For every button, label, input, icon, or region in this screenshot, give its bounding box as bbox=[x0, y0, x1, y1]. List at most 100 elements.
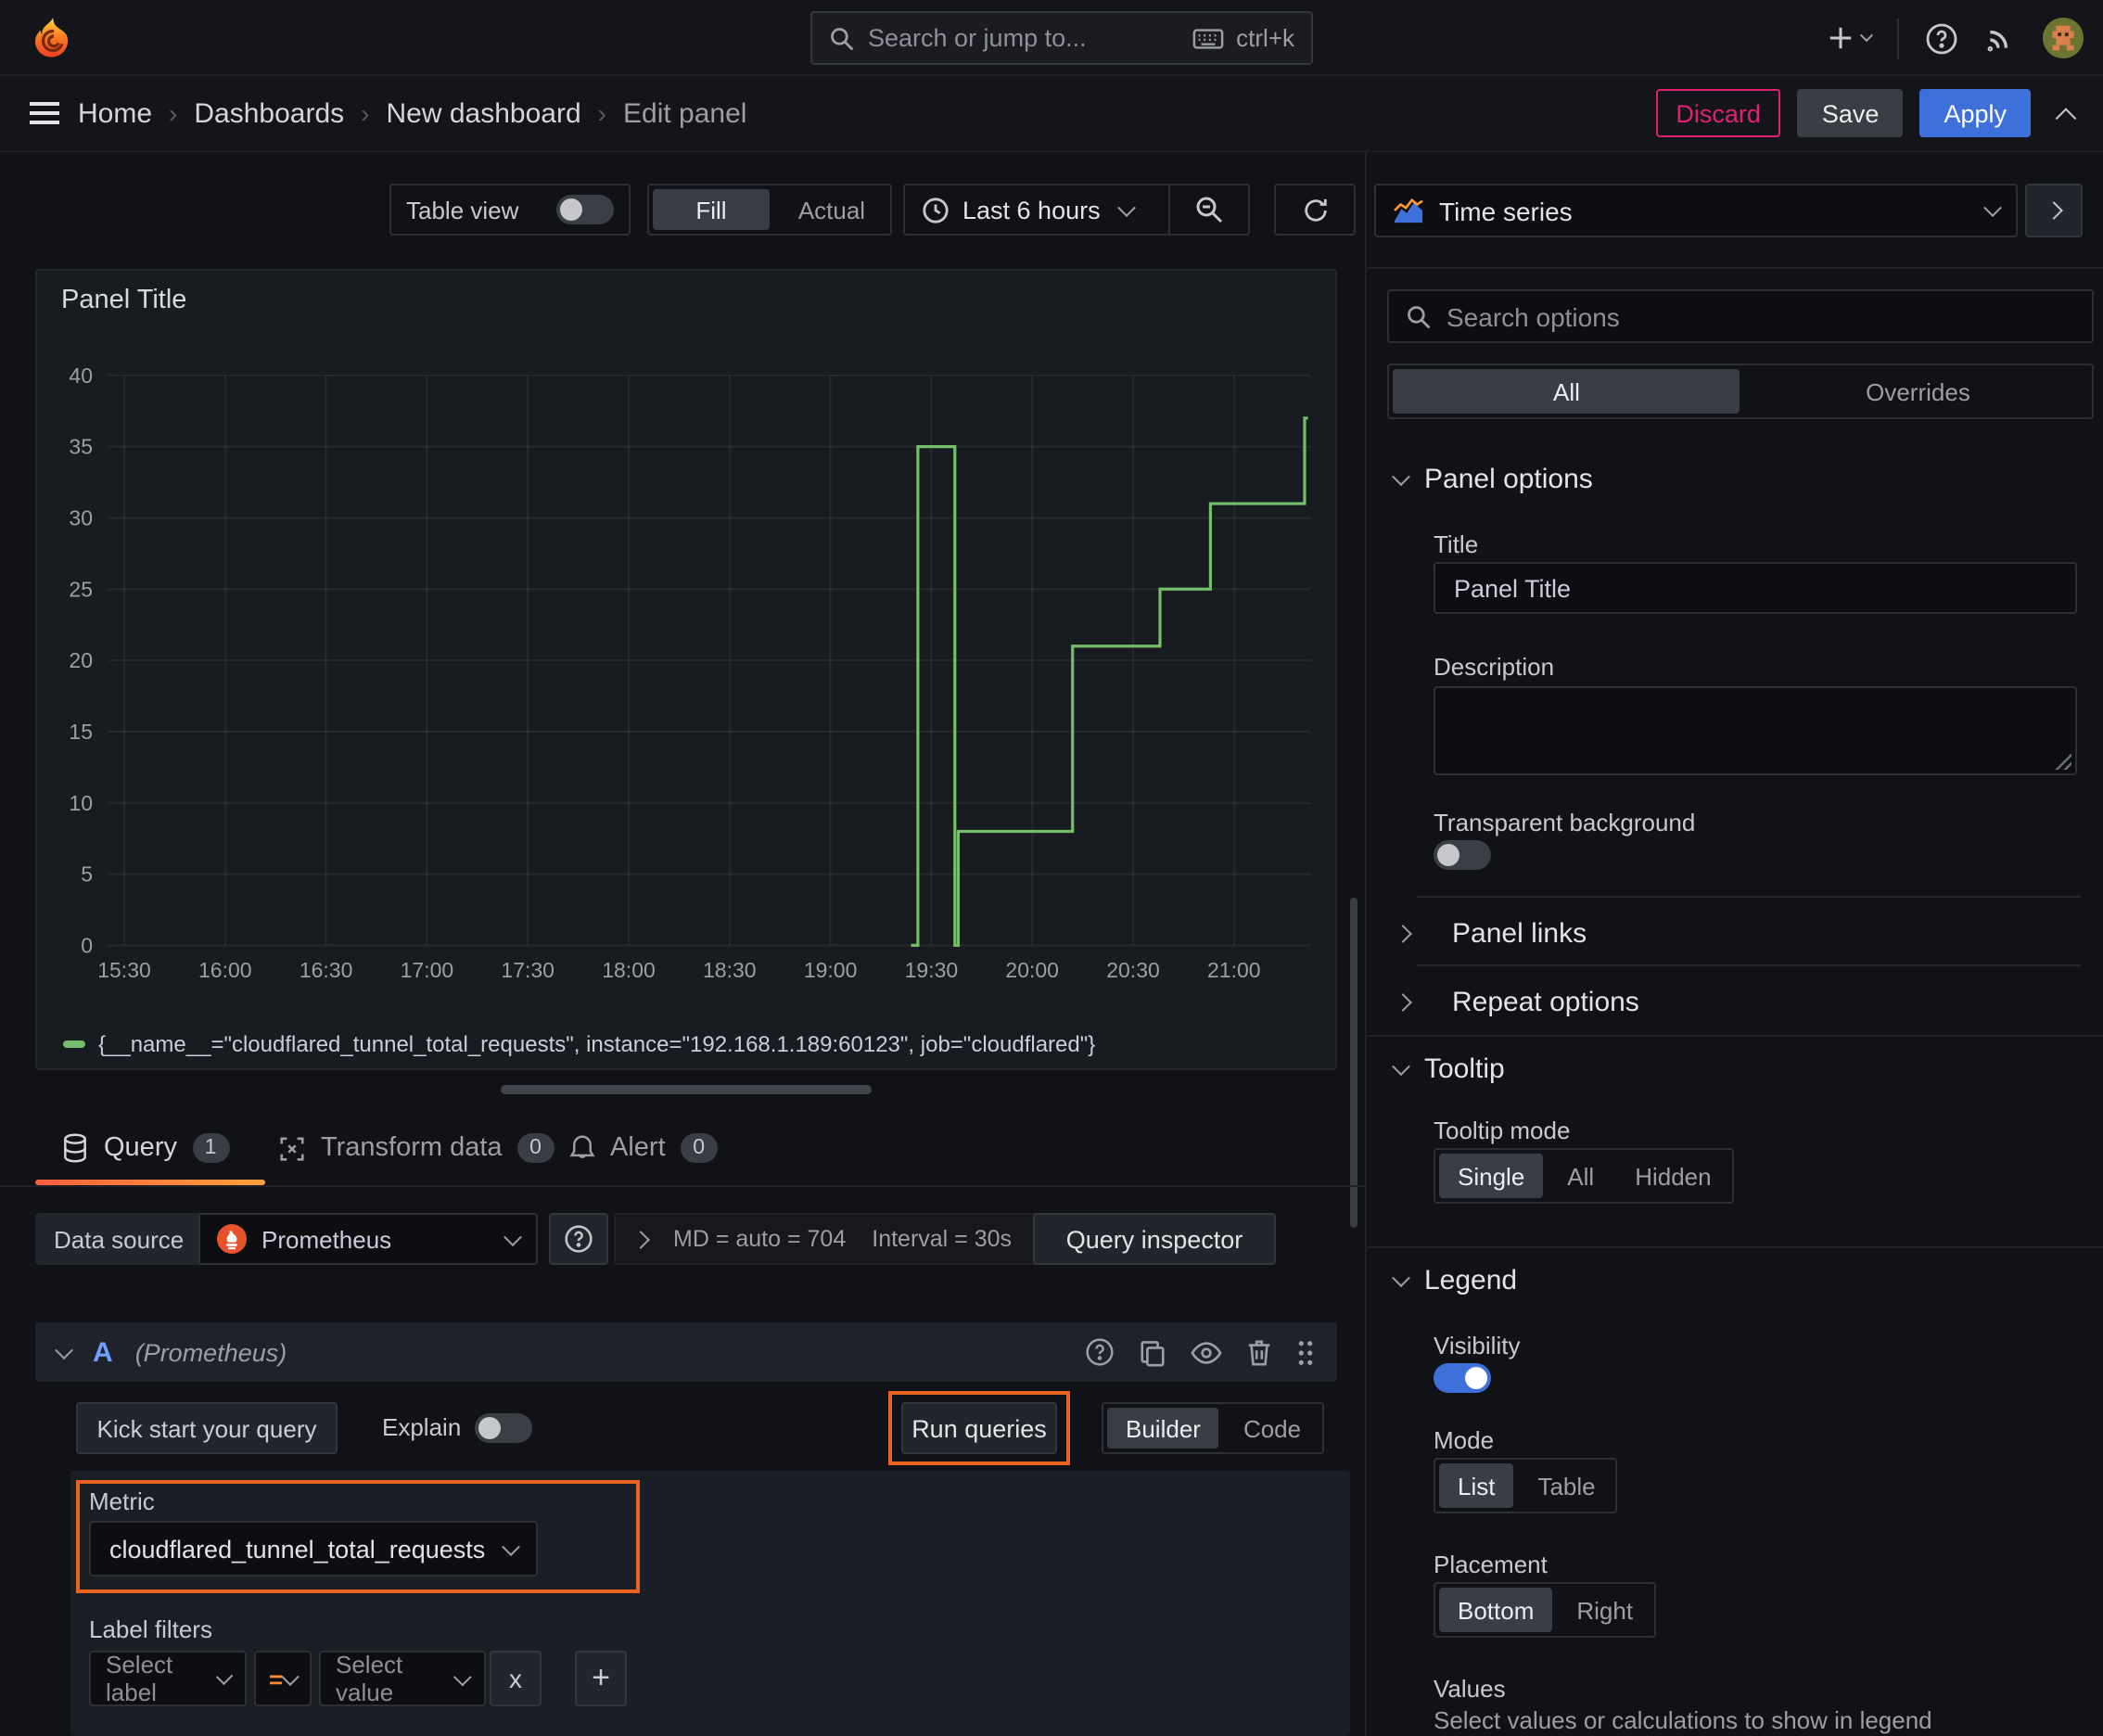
tab-overrides[interactable]: Overrides bbox=[1744, 365, 2092, 417]
options-pane: Time series Search options All Overrides… bbox=[1365, 152, 2103, 1736]
hide-query-icon[interactable] bbox=[1191, 1338, 1222, 1366]
apply-button[interactable]: Apply bbox=[1919, 89, 2031, 137]
tooltip-single[interactable]: Single bbox=[1439, 1154, 1544, 1198]
tab-transform[interactable]: Transform data 0 bbox=[278, 1109, 554, 1187]
description-textarea[interactable] bbox=[1434, 686, 2077, 775]
legend-series-label: {__name__="cloudflared_tunnel_total_requ… bbox=[98, 1031, 1096, 1057]
duplicate-query-icon[interactable] bbox=[1139, 1338, 1166, 1366]
zoom-out-button[interactable] bbox=[1168, 185, 1248, 234]
datasource-picker[interactable]: Prometheus bbox=[198, 1213, 538, 1265]
legend-mode-list[interactable]: List bbox=[1439, 1463, 1514, 1508]
panel-links-section[interactable]: Panel links bbox=[1367, 901, 2103, 964]
run-queries-button[interactable]: Run queries bbox=[901, 1402, 1057, 1454]
panel-options-header[interactable]: Panel options bbox=[1392, 464, 1593, 495]
tooltip-header[interactable]: Tooltip bbox=[1392, 1053, 1505, 1085]
tooltip-hidden[interactable]: Hidden bbox=[1614, 1150, 1731, 1202]
table-view-toggle[interactable] bbox=[556, 195, 614, 224]
title-label: Title bbox=[1434, 530, 1479, 558]
legend-placement-bottom[interactable]: Bottom bbox=[1439, 1588, 1553, 1632]
collapse-query-icon[interactable] bbox=[55, 1340, 73, 1359]
add-menu-button[interactable] bbox=[1827, 24, 1874, 52]
metric-label: Metric bbox=[89, 1487, 155, 1515]
svg-text:15:30: 15:30 bbox=[97, 958, 151, 982]
refresh-button[interactable] bbox=[1274, 184, 1356, 236]
discard-button[interactable]: Discard bbox=[1655, 89, 1781, 137]
breadcrumb-dashboards[interactable]: Dashboards bbox=[194, 97, 344, 129]
breadcrumb-home[interactable]: Home bbox=[78, 97, 152, 129]
breadcrumb-new-dashboard[interactable]: New dashboard bbox=[387, 97, 581, 129]
menu-icon[interactable] bbox=[30, 100, 59, 126]
global-search-input[interactable]: Search or jump to... ctrl+k bbox=[810, 11, 1313, 65]
tab-transform-count: 0 bbox=[516, 1133, 554, 1163]
kick-start-button[interactable]: Kick start your query bbox=[76, 1402, 338, 1454]
svg-text:10: 10 bbox=[69, 791, 93, 815]
refresh-icon bbox=[1301, 196, 1329, 223]
operator-dropdown[interactable]: = bbox=[254, 1651, 312, 1706]
datasource-help-button[interactable] bbox=[549, 1213, 608, 1265]
time-series-chart[interactable]: 0 5 10 15 20 25 30 35 40 15:30 16:00 16:30 17:00 17:3… bbox=[37, 271, 1339, 1072]
chart-legend[interactable]: {__name__="cloudflared_tunnel_total_requ… bbox=[63, 1031, 1095, 1057]
top-bar: Search or jump to... ctrl+k bbox=[0, 0, 2103, 76]
panel-title-input[interactable]: Panel Title bbox=[1434, 562, 2077, 614]
legend-visibility-toggle[interactable] bbox=[1434, 1363, 1491, 1393]
svg-text:17:30: 17:30 bbox=[501, 958, 554, 982]
transparent-background-toggle[interactable] bbox=[1434, 840, 1491, 870]
resize-drag-handle[interactable] bbox=[501, 1085, 872, 1094]
tab-alert[interactable]: Alert 0 bbox=[569, 1109, 718, 1187]
search-placeholder: Search or jump to... bbox=[868, 24, 1087, 52]
collapse-up-icon[interactable] bbox=[2055, 106, 2077, 129]
legend-placement-right[interactable]: Right bbox=[1556, 1584, 1653, 1636]
breadcrumb-edit-panel: Edit panel bbox=[623, 97, 747, 129]
explain-toggle[interactable] bbox=[475, 1413, 532, 1443]
query-row-actions bbox=[1085, 1337, 1315, 1367]
query-options-summary[interactable]: MD = auto = 704 Interval = 30s bbox=[614, 1213, 1040, 1265]
actual-option[interactable]: Actual bbox=[773, 185, 890, 234]
tab-query[interactable]: Query 1 bbox=[61, 1109, 229, 1187]
save-button[interactable]: Save bbox=[1797, 89, 1904, 137]
grafana-logo-icon[interactable] bbox=[30, 15, 76, 61]
add-filter-button[interactable]: + bbox=[575, 1651, 627, 1706]
legend-header[interactable]: Legend bbox=[1392, 1265, 1517, 1296]
panel-preview: Panel Title 0 5 10 15 20 25 30 35 40 15:30 16:00 16… bbox=[35, 269, 1337, 1070]
query-inspector-button[interactable]: Query inspector bbox=[1033, 1213, 1276, 1265]
news-icon[interactable] bbox=[1984, 22, 2016, 54]
tooltip-all[interactable]: All bbox=[1547, 1150, 1614, 1202]
builder-option[interactable]: Builder bbox=[1107, 1408, 1219, 1449]
svg-text:5: 5 bbox=[81, 862, 93, 887]
query-help-icon[interactable] bbox=[1085, 1337, 1115, 1367]
collapse-options-button[interactable] bbox=[2025, 184, 2083, 237]
datasource-label: Data source bbox=[35, 1213, 203, 1265]
select-label-dropdown[interactable]: Select label bbox=[89, 1651, 247, 1706]
breadcrumb-separator: › bbox=[361, 98, 370, 128]
delete-query-icon[interactable] bbox=[1246, 1338, 1272, 1366]
select-value-dropdown[interactable]: Select value bbox=[319, 1651, 486, 1706]
repeat-options-section[interactable]: Repeat options bbox=[1367, 970, 2103, 1033]
time-range-button[interactable]: Last 6 hours bbox=[905, 196, 1168, 223]
tab-query-label: Query bbox=[104, 1133, 177, 1163]
svg-text:16:30: 16:30 bbox=[300, 958, 353, 982]
fill-option[interactable]: Fill bbox=[653, 189, 770, 230]
breadcrumb: Home › Dashboards › New dashboard › Edit… bbox=[78, 97, 746, 129]
drag-query-icon[interactable] bbox=[1296, 1338, 1315, 1366]
query-row-header[interactable]: A (Prometheus) bbox=[35, 1322, 1337, 1382]
textarea-resize-handle[interactable] bbox=[2055, 753, 2071, 770]
description-label: Description bbox=[1434, 653, 1555, 681]
transform-icon bbox=[278, 1134, 306, 1162]
remove-filter-button[interactable]: x bbox=[490, 1651, 542, 1706]
metric-select[interactable]: cloudflared_tunnel_total_requests bbox=[89, 1521, 538, 1576]
legend-values-hint: Select values or calculations to show in… bbox=[1434, 1706, 1932, 1734]
code-option[interactable]: Code bbox=[1223, 1404, 1321, 1452]
svg-text:18:00: 18:00 bbox=[602, 958, 656, 982]
user-avatar[interactable] bbox=[2042, 17, 2084, 59]
edit-actions: Discard Save Apply bbox=[1655, 89, 2077, 137]
options-search-placeholder: Search options bbox=[1447, 301, 1620, 331]
workspace: Table view Fill Actual Last 6 hours Pane… bbox=[0, 152, 2103, 1736]
divider bbox=[1367, 267, 2103, 269]
help-icon[interactable] bbox=[1925, 21, 1958, 55]
tab-all[interactable]: All bbox=[1393, 369, 1740, 414]
svg-text:21:00: 21:00 bbox=[1207, 958, 1261, 982]
options-search-input[interactable]: Search options bbox=[1387, 289, 2094, 343]
legend-mode-table[interactable]: Table bbox=[1517, 1460, 1615, 1512]
visualization-picker[interactable]: Time series bbox=[1374, 184, 2018, 237]
svg-text:20:00: 20:00 bbox=[1005, 958, 1059, 982]
